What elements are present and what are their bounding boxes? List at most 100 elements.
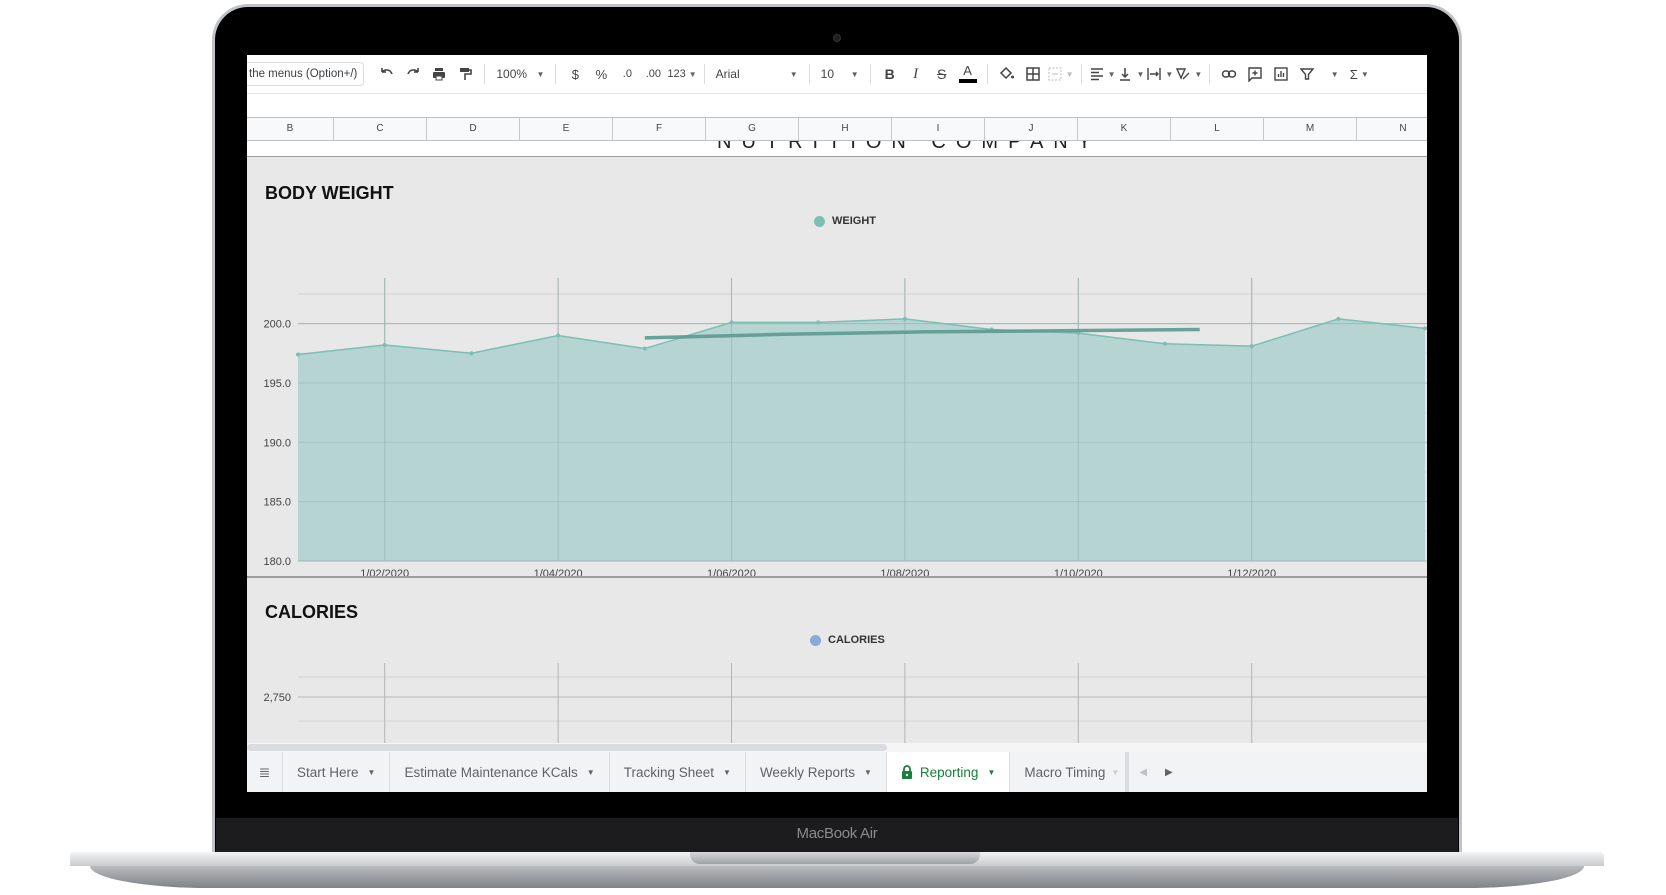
- weight-legend-label: WEIGHT: [832, 215, 876, 227]
- x-tick-label: 1/08/2020: [880, 568, 929, 576]
- column-header-g[interactable]: G: [706, 118, 799, 140]
- zoom-select[interactable]: 100% ▼: [492, 62, 548, 86]
- undo-button[interactable]: [375, 62, 399, 86]
- filter-button[interactable]: [1295, 62, 1319, 86]
- chevron-down-icon: ▼: [1107, 69, 1116, 79]
- toolbar-divider: [484, 64, 486, 84]
- scroll-tabs-left-icon[interactable]: ◀: [1139, 767, 1147, 778]
- text-color-button[interactable]: A: [956, 62, 980, 86]
- chevron-down-icon[interactable]: ▼: [368, 768, 376, 777]
- text-rotation-button[interactable]: ▼: [1175, 62, 1202, 86]
- paint-format-button[interactable]: [453, 62, 477, 86]
- bold-button[interactable]: B: [878, 62, 902, 86]
- toolbar-divider: [986, 64, 988, 84]
- chevron-down-icon[interactable]: ▼: [987, 768, 995, 777]
- x-tick-label: 1/10/2020: [1054, 568, 1103, 576]
- text-rotation-icon: [1176, 68, 1190, 80]
- column-header-m[interactable]: M: [1264, 118, 1357, 140]
- y-tick-label: 180.0: [263, 556, 291, 568]
- tab-label: Weekly Reports: [759, 764, 855, 780]
- chevron-down-icon[interactable]: ▼: [864, 768, 872, 777]
- column-header-l[interactable]: L: [1171, 118, 1264, 140]
- horizontal-scrollbar[interactable]: [247, 743, 1427, 752]
- filter-views-dropdown[interactable]: ▼: [1321, 62, 1345, 86]
- all-sheets-button[interactable]: ≣: [247, 752, 283, 792]
- body-weight-chart[interactable]: 180.0 185.0 190.0 195.0 200.0 1/02/2020 1/04/2…: [247, 158, 1427, 576]
- column-header-i[interactable]: I: [892, 118, 985, 140]
- column-header-h[interactable]: H: [799, 118, 892, 140]
- sheet-header-row: NUTRITION COMPANY: [247, 141, 1427, 157]
- weight-point: [729, 320, 734, 325]
- column-header-k[interactable]: K: [1078, 118, 1171, 140]
- scroll-tabs-right-icon[interactable]: ▶: [1165, 767, 1173, 778]
- weight-point: [1423, 326, 1427, 331]
- insert-link-button[interactable]: [1217, 62, 1241, 86]
- menu-search-input[interactable]: the menus (Option+/): [247, 62, 365, 86]
- insert-chart-button[interactable]: [1269, 62, 1293, 86]
- column-header-d[interactable]: D: [427, 118, 520, 140]
- text-wrapping-button[interactable]: ▼: [1146, 62, 1173, 86]
- font-select[interactable]: Arial ▼: [712, 62, 802, 86]
- chevron-down-icon[interactable]: ▼: [723, 768, 731, 777]
- column-header-f[interactable]: F: [613, 118, 706, 140]
- borders-icon: [1025, 67, 1040, 81]
- laptop-opening-notch: [690, 852, 980, 864]
- x-tick-label: 1/12/2020: [1227, 568, 1276, 576]
- tab-macro-timing[interactable]: Macro Timing ▼: [1010, 752, 1127, 792]
- currency-format-button[interactable]: $: [563, 62, 587, 86]
- fill-color-button[interactable]: [995, 62, 1019, 86]
- column-header-n[interactable]: N: [1357, 118, 1427, 140]
- merge-cells-button[interactable]: ▼: [1047, 62, 1074, 86]
- weight-point: [642, 346, 647, 351]
- filter-icon: [1299, 68, 1315, 80]
- tab-tracking-sheet[interactable]: Tracking Sheet ▼: [610, 752, 746, 792]
- x-tick-label: 1/06/2020: [707, 568, 756, 576]
- functions-button[interactable]: Σ ▼: [1347, 62, 1371, 86]
- vertical-align-button[interactable]: ▼: [1117, 62, 1144, 86]
- column-headers: BCDEFGHIJKLMN: [247, 117, 1427, 141]
- text-color-glyph: A: [963, 63, 972, 78]
- font-size-value: 10: [820, 67, 834, 81]
- column-header-c[interactable]: C: [334, 118, 427, 140]
- y-tick-label: 190.0: [263, 437, 291, 449]
- weight-legend[interactable]: WEIGHT: [814, 215, 876, 227]
- font-value: Arial: [715, 67, 740, 81]
- percent-format-button[interactable]: %: [589, 62, 613, 86]
- font-size-select[interactable]: 10 ▼: [817, 62, 863, 86]
- tab-estimate-maintenance-kcals[interactable]: Estimate Maintenance KCals ▼: [390, 752, 610, 792]
- chevron-down-icon: ▼: [688, 69, 697, 79]
- tab-weekly-reports[interactable]: Weekly Reports ▼: [746, 752, 887, 792]
- more-formats-button[interactable]: 123 ▼: [667, 62, 696, 86]
- tab-start-here[interactable]: Start Here ▼: [283, 752, 391, 792]
- weight-legend-dot: [814, 215, 825, 227]
- decrease-decimal-button[interactable]: .0: [615, 62, 639, 86]
- increase-decimal-button[interactable]: .00: [641, 62, 665, 86]
- tab-label: Estimate Maintenance KCals: [404, 764, 578, 780]
- text-wrap-icon: [1147, 68, 1162, 80]
- horizontal-scrollbar-thumb[interactable]: [247, 744, 887, 751]
- column-header-b[interactable]: B: [247, 118, 334, 140]
- chevron-down-icon[interactable]: ▼: [1111, 768, 1119, 777]
- italic-button[interactable]: I: [904, 62, 928, 86]
- redo-button[interactable]: [401, 62, 425, 86]
- calories-legend[interactable]: CALORIES: [810, 634, 885, 646]
- y-tick-label: 200.0: [263, 319, 291, 331]
- borders-button[interactable]: [1021, 62, 1045, 86]
- merge-cells-icon: [1048, 67, 1062, 81]
- column-header-e[interactable]: E: [520, 118, 613, 140]
- calories-chart[interactable]: 2,750 CALORIES CALORIES: [247, 578, 1427, 743]
- chevron-down-icon: ▼: [850, 69, 859, 79]
- strikethrough-button[interactable]: S: [930, 62, 954, 86]
- print-button[interactable]: [427, 62, 451, 86]
- horizontal-align-button[interactable]: ▼: [1089, 62, 1116, 86]
- weight-point: [816, 320, 821, 325]
- formula-bar[interactable]: [247, 93, 1427, 117]
- chevron-down-icon: ▼: [1165, 69, 1174, 79]
- chevron-down-icon[interactable]: ▼: [587, 768, 595, 777]
- align-left-icon: [1090, 68, 1103, 81]
- chevron-down-icon: ▼: [1136, 69, 1145, 79]
- column-header-j[interactable]: J: [985, 118, 1078, 140]
- insert-comment-button[interactable]: [1243, 62, 1267, 86]
- tab-reporting[interactable]: Reporting ▼: [886, 752, 1011, 792]
- print-icon: [433, 68, 446, 81]
